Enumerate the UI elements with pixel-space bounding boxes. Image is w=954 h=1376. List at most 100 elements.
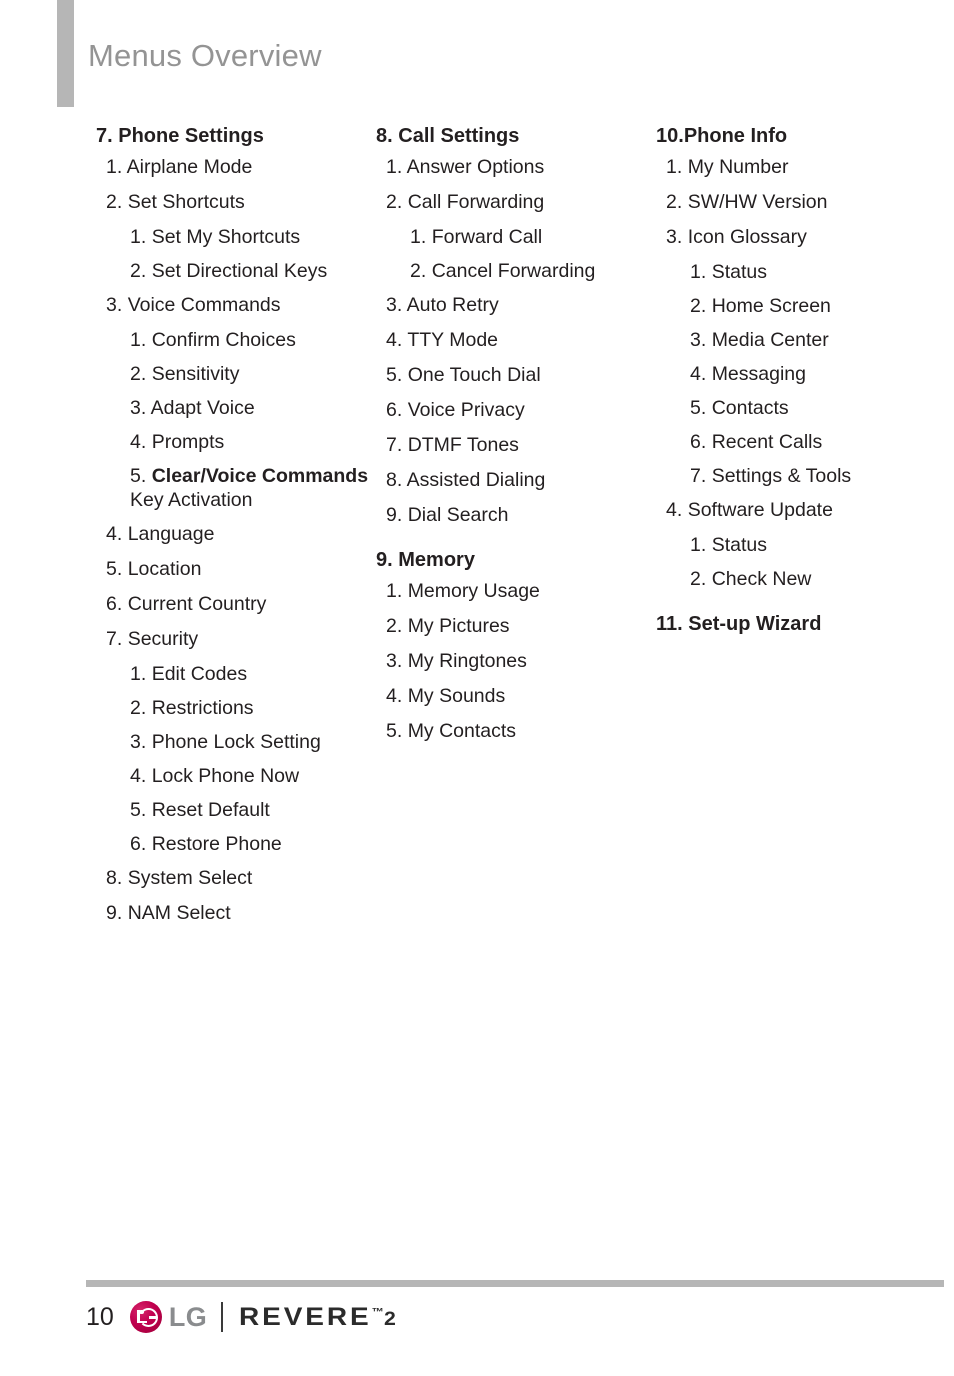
menu-item: 4. Messaging [656,362,936,386]
menu-item-number: 8. [106,867,123,889]
menu-item-number: 1. [666,156,683,178]
menu-item-number: 5. [386,364,403,386]
menu-item-number: 1. [690,261,707,283]
menu-item-number: 3. [690,329,707,351]
menu-item: 5. Location [96,557,376,581]
menu-item-label: Phone Lock Setting [151,731,321,753]
menu-item-number: 4. [690,363,707,385]
menu-item-label: TTY Mode [407,329,499,351]
menu-item-label: One Touch Dial [407,364,541,386]
menu-item: 2. Cancel Forwarding [376,259,656,283]
menu-item-number: 9. [106,902,123,924]
page-title: Menus Overview [88,38,322,73]
menu-item-number: 4. [130,765,147,787]
menu-item-label: SW/HW Version [687,191,828,213]
menu-item-number: 1. [130,663,147,685]
menu-item-label: Answer Options [406,156,545,178]
menu-item-label: Clear/Voice Commands Key Activation [130,465,374,511]
menu-item-number: 3. [666,226,683,248]
menu-item: 1. Edit Codes [96,662,376,686]
menu-item-number: 3. [386,294,403,316]
menu-item-number: 5. [130,465,147,487]
menu-item: 2. Home Screen [656,294,936,318]
menu-item-number: 9. [376,549,393,571]
menu-item: 2. SW/HW Version [656,190,936,214]
menu-item: 2. Set Directional Keys [96,259,376,283]
menu-item: 1. Airplane Mode [96,155,376,179]
menu-item-number: 2. [130,697,147,719]
menu-item-label: My Number [687,156,789,178]
menu-item-label: Messaging [711,363,806,385]
menu-item: 9. Dial Search [376,503,656,527]
menu-columns: 7. Phone Settings 1. Airplane Mode 2. Set … [0,124,954,936]
menu-item-number: 5. [106,558,123,580]
menu-item: 5. Reset Default [96,798,376,822]
menu-item-number: 5. [386,720,403,742]
menu-item-number: 5. [130,799,147,821]
menu-section-heading: 7. Phone Settings [96,124,376,148]
footer-rule [86,1280,944,1287]
menu-item: 2. Restrictions [96,696,376,720]
menu-column-2: 8. Call Settings 1. Answer Options 2. Call… [376,124,656,936]
menu-item-number: 3. [130,397,147,419]
menu-item-number: 4. [130,431,147,453]
menu-item-label: Adapt Voice [150,397,255,419]
menu-item: 3. Auto Retry [376,293,656,317]
page-header: Menus Overview [0,0,954,110]
menu-item: 3. Voice Commands [96,293,376,317]
menu-section-heading: 9. Memory [376,548,656,572]
menu-item: 8. Assisted Dialing [376,468,656,492]
menu-item-number: 3. [106,294,123,316]
menu-item-number: 7. [690,465,707,487]
trademark-symbol: ™ [371,1306,385,1319]
menu-item-label: Settings & Tools [711,465,852,487]
menu-item-number: 8. [376,125,393,147]
menu-item-number: 2. [410,260,427,282]
menu-item-label: Restrictions [151,697,254,719]
menu-item: 4. Prompts [96,430,376,454]
menu-item-label: Call Settings [398,125,520,147]
product-name: REVERE™2 [239,1302,396,1331]
menu-item-number: 9. [386,504,403,526]
menu-item-number: 1. [690,534,707,556]
menu-item-label: Restore Phone [151,833,282,855]
menu-item: 8. System Select [96,866,376,890]
menu-item-label: Reset Default [151,799,270,821]
menu-item: 5. One Touch Dial [376,363,656,387]
menu-item: 1. Status [656,533,936,557]
menu-item-label: Memory [398,549,475,571]
menu-item: 4. Software Update [656,498,936,522]
menu-item: 1. My Number [656,155,936,179]
menu-item-number: 2. [690,568,707,590]
footer-brand-row: 10 LG REVERE™2 [86,1301,396,1333]
menu-item-number: 1. [106,156,123,178]
menu-item-number: 2. [130,363,147,385]
menu-item-number: 1. [410,226,427,248]
menu-item-number: 11. [656,613,683,635]
menu-item: 4. My Sounds [376,684,656,708]
menu-item-number: 2. [666,191,683,213]
menu-column-1: 7. Phone Settings 1. Airplane Mode 2. Set … [96,124,376,936]
menu-item-label: Cancel Forwarding [431,260,596,282]
menu-item-number: 6. [690,431,707,453]
menu-item-label: Phone Settings [118,125,264,147]
menu-item-label: Recent Calls [711,431,823,453]
menu-item-label: Security [127,628,199,650]
menu-item-label: DTMF Tones [407,434,519,456]
menu-item: 1. Forward Call [376,225,656,249]
menu-item-label: Set Shortcuts [127,191,245,213]
menu-item-number: 10. [656,125,684,147]
menu-item-number: 6. [130,833,147,855]
menu-item: 7. Settings & Tools [656,464,936,488]
menu-item-label: Voice Commands [127,294,281,316]
menu-item: 6. Restore Phone [96,832,376,856]
menu-item-number: 4. [666,499,683,521]
menu-item-number: 3. [386,650,403,672]
menu-item-label: Memory Usage [407,580,540,602]
menu-item: 3. Phone Lock Setting [96,730,376,754]
menu-item-label: Current Country [127,593,267,615]
product-name-text: REVERE [239,1302,372,1331]
menu-item-label: Check New [711,568,812,590]
menu-section-heading: 10.Phone Info [656,124,936,148]
menu-item-label: Set Directional Keys [151,260,328,282]
